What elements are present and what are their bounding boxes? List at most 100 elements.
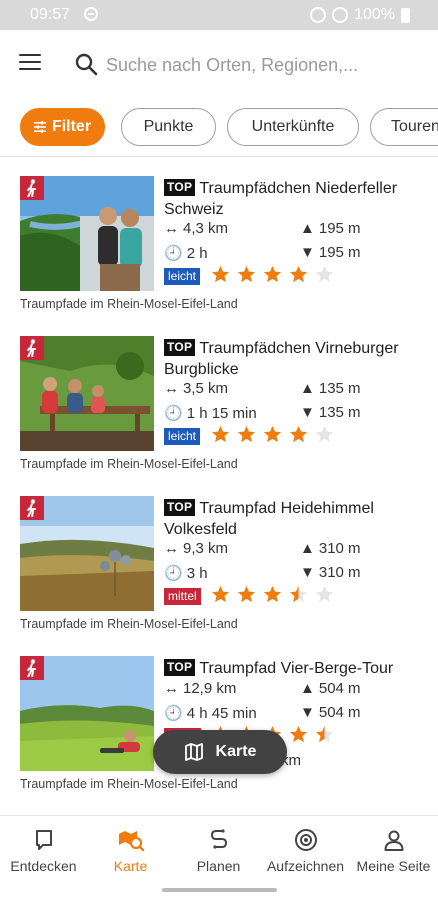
no-signal-icon [332, 7, 349, 23]
star-filled-icon [289, 425, 308, 443]
hiking-icon [20, 496, 44, 520]
tour-title: TOP Traumpfädchen Virneburger Burgblicke [164, 338, 426, 380]
profile-icon [384, 830, 403, 851]
status-bar: 09:57 100% [0, 0, 438, 30]
nav-label: Entdecken [10, 858, 77, 874]
ascent-stat: ▲ 310 m [300, 540, 361, 557]
tour-card[interactable]: TOP Traumpfad Heidehimmel Volkesfeld ↔ 9,3… [0, 480, 438, 640]
descent-icon: ▼ [300, 704, 315, 721]
top-badge: TOP [164, 659, 196, 676]
divider [0, 156, 438, 157]
duration-value: 2 h [186, 244, 208, 262]
distance-stat: ↔ 3,5 km [164, 380, 228, 397]
status-icons: 100% [310, 6, 410, 24]
star-empty-icon [315, 265, 334, 283]
tour-region: Traumpfade im Rhein-Mosel-Eifel-Land [20, 617, 238, 631]
ascent-stat: ▲ 195 m [300, 220, 361, 237]
map-search-icon [118, 831, 144, 852]
star-filled-icon [237, 585, 256, 603]
star-empty-icon [315, 425, 334, 443]
ascent-icon: ▲ [300, 380, 315, 397]
clock-icon: 🕘 [164, 405, 183, 422]
distance-stat: ↔ 9,3 km [164, 540, 228, 557]
tour-title-text: Traumpfad Heidehimmel Volkesfeld [164, 500, 374, 538]
duration-stat: 🕘 3 h [164, 564, 208, 583]
karte-button[interactable]: Karte [153, 730, 287, 774]
star-half-icon [315, 725, 334, 743]
duration-stat: 🕘 2 h [164, 244, 208, 263]
distance-value: 3,5 km [183, 380, 229, 397]
top-badge: TOP [164, 499, 196, 516]
star-filled-icon [263, 265, 282, 283]
duration-value: 3 h [186, 564, 208, 582]
ascent-value: 504 m [318, 680, 361, 697]
duration-value: 4 h 45 min [186, 704, 257, 722]
ascent-stat: ▲ 504 m [300, 680, 361, 697]
star-empty-icon [315, 585, 334, 603]
battery-percent: 100% [354, 6, 395, 23]
tour-card[interactable]: TOP Traumpfädchen Niederfeller Schweiz ↔ 4… [0, 160, 438, 320]
do-not-disturb-icon [84, 7, 98, 21]
search-input[interactable] [106, 52, 426, 78]
descent-icon: ▼ [300, 404, 315, 421]
star-filled-icon [289, 725, 308, 743]
descent-stat: ▼ 310 m [300, 564, 361, 581]
hiking-icon [20, 176, 44, 200]
top-badge: TOP [164, 179, 196, 196]
distance-stat: ↔ 4,3 km [164, 220, 228, 237]
chip-unterkuenfte[interactable]: Unterkünfte [227, 108, 359, 146]
distance-icon: ↔ [164, 680, 179, 697]
tour-title: TOP Traumpfad Vier-Berge-Tour [164, 658, 426, 679]
distance-icon: ↔ [164, 540, 179, 557]
distance-value: 9,3 km [183, 540, 229, 557]
star-filled-icon [263, 585, 282, 603]
distance-value: 12,9 km [183, 680, 237, 697]
tour-card[interactable]: TOP Traumpfädchen Virneburger Burgblicke … [0, 320, 438, 480]
star-filled-icon [211, 585, 230, 603]
nav-label: Karte [113, 858, 148, 874]
ascent-value: 195 m [318, 220, 361, 237]
nav-entdecken[interactable]: Entdecken [0, 816, 87, 886]
top-badge: TOP [164, 339, 196, 356]
tour-region: Traumpfade im Rhein-Mosel-Eifel-Land [20, 777, 238, 791]
descent-stat: ▼ 195 m [300, 244, 361, 261]
ascent-stat: ▲ 135 m [300, 380, 361, 397]
descent-value: 195 m [318, 244, 361, 261]
descent-stat: ▼ 504 m [300, 704, 361, 721]
duration-stat: 🕘 4 h 45 min [164, 704, 257, 723]
ascent-icon: ▲ [300, 220, 315, 237]
filter-button[interactable]: Filter [20, 108, 105, 146]
duration-stat: 🕘 1 h 15 min [164, 404, 257, 423]
nav-meine-seite[interactable]: Meine Seite [350, 816, 437, 886]
rating-stars [211, 265, 334, 284]
tour-title-text: Traumpfädchen Virneburger Burgblicke [164, 340, 399, 378]
nav-karte[interactable]: Karte [87, 816, 174, 886]
chip-touren[interactable]: Touren [370, 108, 438, 146]
menu-icon[interactable] [19, 54, 41, 72]
star-filled-icon [211, 265, 230, 283]
distance-stat: ↔ 12,9 km [164, 680, 236, 697]
descent-icon: ▼ [300, 244, 315, 261]
star-filled-icon [289, 265, 308, 283]
chip-punkte[interactable]: Punkte [121, 108, 216, 146]
nav-aufzeichnen[interactable]: Aufzeichnen [262, 816, 349, 886]
nav-label: Meine Seite [356, 858, 431, 874]
clock-icon: 🕘 [164, 705, 183, 722]
karte-button-label: Karte [215, 743, 257, 760]
descent-icon: ▼ [300, 564, 315, 581]
wifi-calling-icon [310, 7, 327, 23]
filter-icon [33, 121, 46, 133]
star-filled-icon [211, 425, 230, 443]
home-indicator [0, 885, 438, 900]
distance-icon: ↔ [164, 380, 179, 397]
ascent-value: 135 m [318, 380, 361, 397]
nav-planen[interactable]: Planen [175, 816, 262, 886]
duration-value: 1 h 15 min [186, 404, 257, 422]
ascent-value: 310 m [318, 540, 361, 557]
route-icon [210, 829, 227, 849]
clock-icon: 🕘 [164, 565, 183, 582]
distance-icon: ↔ [164, 220, 179, 237]
star-half-icon [289, 585, 308, 603]
tour-card[interactable]: TOP Traumpfad Vier-Berge-Tour ↔ 12,9 km 🕘 4… [0, 640, 438, 800]
bottom-navigation: Entdecken Karte Planen Aufzeichnen Meine… [0, 815, 438, 885]
